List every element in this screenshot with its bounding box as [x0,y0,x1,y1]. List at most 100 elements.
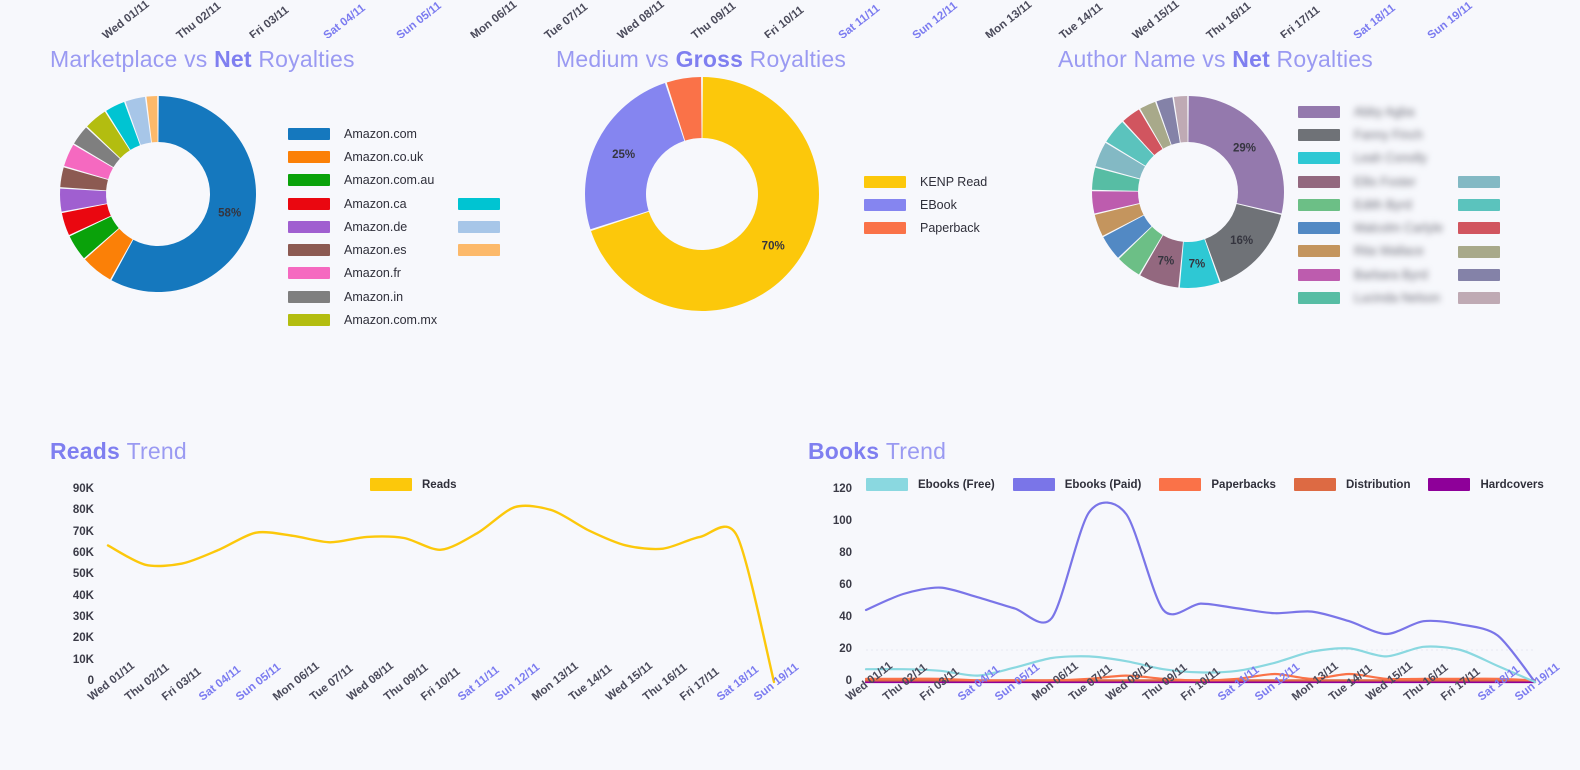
panel-author-net-royalties: Author Name vs Net Royalties 29% 16% 7% 7% … [1058,46,1558,305]
legend-swatch [288,127,330,140]
legend-swatch [288,150,330,163]
y-axis-tick-label: 120 [832,483,852,495]
donut-data-label: 29% [1233,142,1256,154]
top-axis-tick: Thu 02/11 [174,0,223,38]
legend-swatch [1458,245,1500,258]
donut-slice[interactable] [1188,96,1284,214]
legend-swatch [1298,245,1340,258]
legend-item[interactable]: Rita Wallace [1298,240,1443,263]
legend-item[interactable]: Amazon.fr [288,262,437,285]
legend-item[interactable]: Fanny Finch [1298,123,1443,146]
y-axis-tick-label: 60K [72,547,94,559]
legend-item[interactable]: Amazon.de [288,215,437,238]
books-trend-plot[interactable]: 0 20 40 60 80 100 120 [808,483,1543,693]
donut-chart-author[interactable]: 29% 16% 7% 7% [1090,94,1286,290]
legend-swatch [288,174,330,187]
legend-swatch [1458,199,1500,212]
donut-data-label: 7% [1158,256,1175,268]
legend-swatch [1298,292,1340,305]
trend-line-reads[interactable] [106,504,776,684]
legend-item[interactable] [1458,263,1500,286]
y-axis-tick-label: 0 [845,675,852,687]
legend-swatch [1458,292,1500,305]
legend-item[interactable]: EBook [864,193,987,216]
top-axis-tick: Fri 17/11 [1278,4,1322,38]
donut-data-label: 25% [612,149,635,161]
y-axis-tick-label: 90K [72,483,94,495]
legend-item[interactable]: Malcolm Carlyle [1298,216,1443,239]
y-axis-tick-label: 70K [72,525,94,538]
top-axis-tick: Tue 07/11 [542,1,590,38]
clipped-top-date-axis: Wed 01/11 Thu 02/11 Fri 03/11 Sat 04/11 Sun … [0,0,1580,38]
legend-item[interactable] [458,192,500,215]
legend-swatch [864,198,906,211]
legend-label: Amazon.com [344,126,417,141]
chart-books-trend: Books Trend Ebooks (Free) Ebooks (Paid) Pa… [808,438,1562,768]
legend-swatch [1298,268,1340,281]
y-axis-tick-label: 50K [72,568,94,581]
legend-item[interactable]: Amazon.com.mx [288,308,437,331]
legend-item[interactable]: Abby Agba [1298,100,1443,123]
legend-marketplace-extra-swatches [458,192,500,262]
legend-item[interactable]: Amazon.com [288,122,437,145]
legend-item[interactable]: Paperback [864,217,987,240]
legend-label: Amazon.de [344,219,408,234]
legend-swatch [288,314,330,327]
donut-data-label: 70% [762,241,785,253]
legend-item[interactable]: Amazon.es [288,238,437,261]
chart-title-books-trend: Books Trend [808,438,947,464]
donut-slice[interactable] [111,96,257,292]
legend-item[interactable]: Lucinda Nelson [1298,286,1443,309]
legend-swatch [864,175,906,188]
donut-chart-marketplace[interactable]: 58% [58,94,258,294]
legend-item[interactable]: Leah Conolly [1298,147,1443,170]
legend-item[interactable]: Ellis Foster [1298,170,1443,193]
legend-label: Fanny Finch [1354,127,1423,142]
legend-item[interactable]: Amazon.in [288,285,437,308]
y-axis-tick-label: 10K [72,653,94,666]
legend-item[interactable] [1458,217,1500,240]
trend-line-ebooks-paid[interactable] [864,501,1537,684]
donut-chart-medium[interactable]: 70% 25% [582,74,822,314]
reads-trend-plot[interactable]: 0 10K 20K 30K 40K 50K 60K 70K 80K 90K [50,483,780,693]
legend-item[interactable]: Amazon.co.uk [288,145,437,168]
top-axis-tick: Mon 06/11 [468,0,520,38]
legend-label: Ellis Foster [1354,174,1416,189]
legend-label: Edith Byrd [1354,197,1412,212]
panel-medium-gross-royalties: Medium vs Gross Royalties 70% 25% KENP Re… [556,46,1026,312]
legend-label: EBook [920,197,957,212]
legend-item[interactable] [1458,287,1500,310]
chart-reads-trend: Reads Trend Reads 0 10K 20K 30K 40K 50K 60K 70K… [50,438,801,768]
legend-label: Paperbacks [1211,478,1276,491]
legend-item[interactable] [458,238,500,261]
panel-marketplace-net-royalties: Marketplace vs Net Royalties 58% Amazon.… [50,46,520,327]
top-axis-tick: Sat 04/11 [321,2,368,38]
legend-item[interactable]: Amazon.ca [288,192,437,215]
legend-swatch [288,197,330,210]
legend-swatch [1458,269,1500,282]
legend-swatch [1298,105,1340,118]
y-axis-tick-label: 40K [72,589,94,602]
legend-item[interactable]: Edith Byrd [1298,193,1443,216]
y-axis-tick-label: 0 [87,675,94,687]
y-axis-tick-label: 20K [72,632,94,645]
top-axis-tick: Sat 18/11 [1351,2,1398,38]
top-axis-tick: Fri 10/11 [763,4,807,38]
legend-item[interactable]: Barbara Byrd [1298,263,1443,286]
legend-label: Amazon.com.mx [344,313,438,328]
legend-item[interactable] [1458,240,1500,263]
legend-item[interactable] [458,215,500,238]
legend-item[interactable]: KENP Read [864,170,987,193]
legend-item[interactable] [1458,170,1500,193]
y-axis-tick-label: 80 [839,547,852,559]
legend-swatch [288,267,330,280]
legend-label: Ebooks (Paid) [1064,478,1142,491]
legend-author-redacted: Abby Agba Fanny Finch Leah Conolly Ellis Fo… [1298,100,1443,310]
legend-item[interactable] [1458,193,1500,216]
top-axis-tick: Fri 03/11 [247,4,292,38]
legend-item[interactable]: Amazon.com.au [288,169,437,192]
y-axis-tick-label: 60 [839,579,852,591]
legend-label: Amazon.fr [344,266,401,281]
top-axis-tick: Sun 05/11 [395,0,445,38]
panel-title-medium: Medium vs Gross Royalties [556,46,847,72]
